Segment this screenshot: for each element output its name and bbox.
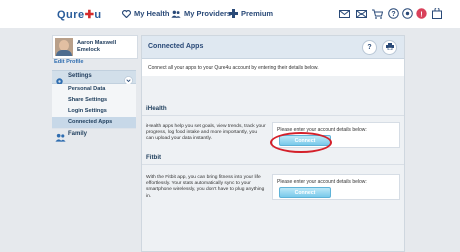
shopping-cart-icon[interactable] [372,8,383,19]
sidebar-item-label: Login Settings [68,108,107,114]
fitbit-title: Fitbit [146,154,162,161]
nav-my-health[interactable]: My Health [122,9,169,18]
family-label: Family [68,131,88,137]
sidebar-item-family[interactable]: Family [52,128,136,142]
svg-text:?: ? [391,11,395,18]
nav-my-providers[interactable]: My Providers [171,9,231,18]
edit-profile-link[interactable]: Edit Profile [54,59,84,65]
divider [142,115,404,116]
panel-header: Connected Apps ? [142,36,404,59]
sidebar-item-label: Connected Apps [68,119,113,125]
printer-icon [385,43,394,52]
logo-plus-icon: ✚ [84,9,95,21]
alert-icon[interactable]: ! [416,8,427,19]
logo-text: Qure [57,9,85,21]
ihealth-description: iHealth apps help you set goals, view tr… [146,124,266,142]
profile-name: Aaron Maxwell Emelock [77,40,117,53]
sidebar-item-label: Share Settings [68,97,108,103]
profile-card[interactable]: Aaron Maxwell Emelock [52,35,138,59]
family-icon [55,129,66,147]
settings-icon[interactable] [402,8,413,19]
heart-icon [122,9,131,18]
nav-premium[interactable]: Premium [229,9,273,18]
fitbit-connect-button[interactable]: Connect [279,187,331,198]
divider [142,164,404,165]
logo-suffix: u [94,9,102,21]
fitbit-description: With the Fitbit app, you can bring fitne… [146,175,265,199]
help-button[interactable]: ? [362,40,377,55]
settings-label: Settings [68,73,92,79]
print-button[interactable] [382,40,397,55]
question-icon: ? [367,44,372,51]
sidebar-item-label: Personal Data [68,86,106,92]
account-prompt: Please enter your account details below: [277,179,367,185]
mail-icon[interactable] [356,8,367,19]
avatar [55,38,73,56]
nav-label: Premium [241,9,274,18]
settings-section-header[interactable]: Settings [52,70,136,85]
plus-icon [229,9,238,18]
svg-text:!: ! [420,9,423,18]
ihealth-title: iHealth [146,105,167,112]
top-bar: Qure✚u My Health My Providers Premium ? … [0,0,460,28]
fitbit-account-box: Please enter your account details below:… [272,174,400,200]
highlight-ring [270,132,332,153]
nav-label: My Health [134,9,170,18]
nav-label: My Providers [184,9,232,18]
bag-icon[interactable] [431,8,442,19]
mail-icon[interactable] [339,8,350,19]
intro-row: Connect all your apps to your Qure4u acc… [142,59,404,75]
qure4u-logo[interactable]: Qure✚u [57,8,102,21]
page-title: Connected Apps [148,43,204,50]
intro-text: Connect all your apps to your Qure4u acc… [148,65,319,71]
people-icon [171,10,181,18]
help-icon[interactable]: ? [388,8,399,19]
